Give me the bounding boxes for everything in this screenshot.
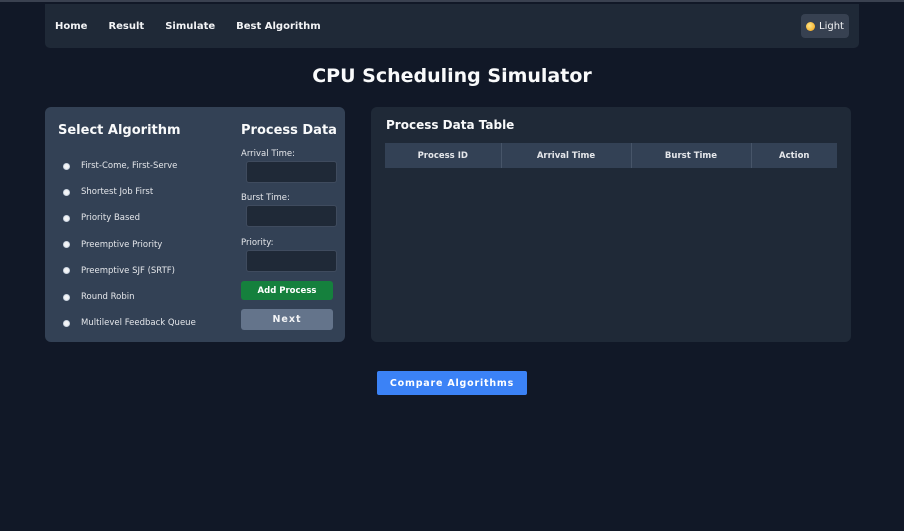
nav-home-link[interactable]: Home: [55, 21, 87, 32]
burst-time-input[interactable]: [246, 205, 337, 227]
burst-time-label: Burst Time:: [241, 193, 290, 203]
add-process-button[interactable]: Add Process: [241, 281, 333, 300]
process-table-panel: Process Data Table Process ID Arrival Ti…: [371, 107, 851, 342]
theme-toggle-button[interactable]: Light: [801, 14, 849, 38]
algorithm-option-preemptive-priority[interactable]: Preemptive Priority: [63, 232, 196, 258]
nav-best-algorithm-link[interactable]: Best Algorithm: [236, 21, 321, 32]
algorithm-process-panel: Select Algorithm First-Come, First-Serve…: [45, 107, 345, 342]
algorithm-option-label: Preemptive Priority: [81, 239, 163, 250]
priority-input[interactable]: [246, 250, 337, 272]
arrival-time-input[interactable]: [246, 161, 337, 183]
radio-button[interactable]: [63, 214, 70, 222]
algorithm-option-sjf[interactable]: Shortest Job First: [63, 179, 196, 205]
column-header-process-id: Process ID: [385, 143, 502, 168]
algorithm-option-label: First-Come, First-Serve: [81, 161, 178, 172]
radio-button[interactable]: [63, 267, 70, 275]
algorithm-option-mlfq[interactable]: Multilevel Feedback Queue: [63, 310, 196, 336]
algorithm-option-label: Shortest Job First: [81, 187, 154, 198]
algorithm-option-round-robin[interactable]: Round Robin: [63, 284, 196, 310]
sun-icon: [806, 21, 816, 31]
algorithm-option-label: Priority Based: [81, 213, 141, 224]
algorithm-option-label: Round Robin: [81, 292, 135, 303]
table-header-row: Process ID Arrival Time Burst Time Actio…: [385, 143, 837, 168]
algorithm-option-label: Preemptive SJF (SRTF): [81, 265, 175, 276]
column-header-arrival-time: Arrival Time: [501, 143, 632, 168]
navbar: Home Result Simulate Best Algorithm Ligh…: [45, 4, 859, 48]
radio-button[interactable]: [63, 241, 70, 249]
next-button[interactable]: Next: [241, 309, 333, 330]
process-data-table: Process ID Arrival Time Burst Time Actio…: [385, 143, 837, 168]
nav-simulate-link[interactable]: Simulate: [165, 21, 215, 32]
theme-toggle-label: Light: [819, 20, 844, 32]
algorithm-option-label: Multilevel Feedback Queue: [81, 318, 196, 329]
nav-result-link[interactable]: Result: [108, 21, 144, 32]
process-table-title: Process Data Table: [386, 118, 515, 132]
algorithm-option-srtf[interactable]: Preemptive SJF (SRTF): [63, 258, 196, 284]
compare-algorithms-button[interactable]: Compare Algorithms: [377, 371, 527, 395]
algorithm-option-fcfs[interactable]: First-Come, First-Serve: [63, 153, 196, 179]
algorithm-option-priority[interactable]: Priority Based: [63, 205, 196, 231]
algorithm-list: First-Come, First-Serve Shortest Job Fir…: [63, 153, 196, 336]
process-data-heading: Process Data: [241, 123, 337, 138]
radio-button[interactable]: [63, 162, 70, 170]
radio-button[interactable]: [63, 319, 70, 327]
select-algorithm-heading: Select Algorithm: [58, 123, 181, 138]
priority-label: Priority:: [241, 238, 274, 248]
page-title: CPU Scheduling Simulator: [312, 65, 592, 87]
column-header-burst-time: Burst Time: [631, 143, 752, 168]
column-header-action: Action: [751, 143, 837, 168]
arrival-time-label: Arrival Time:: [241, 149, 295, 159]
radio-button[interactable]: [63, 188, 70, 196]
radio-button[interactable]: [63, 293, 70, 301]
